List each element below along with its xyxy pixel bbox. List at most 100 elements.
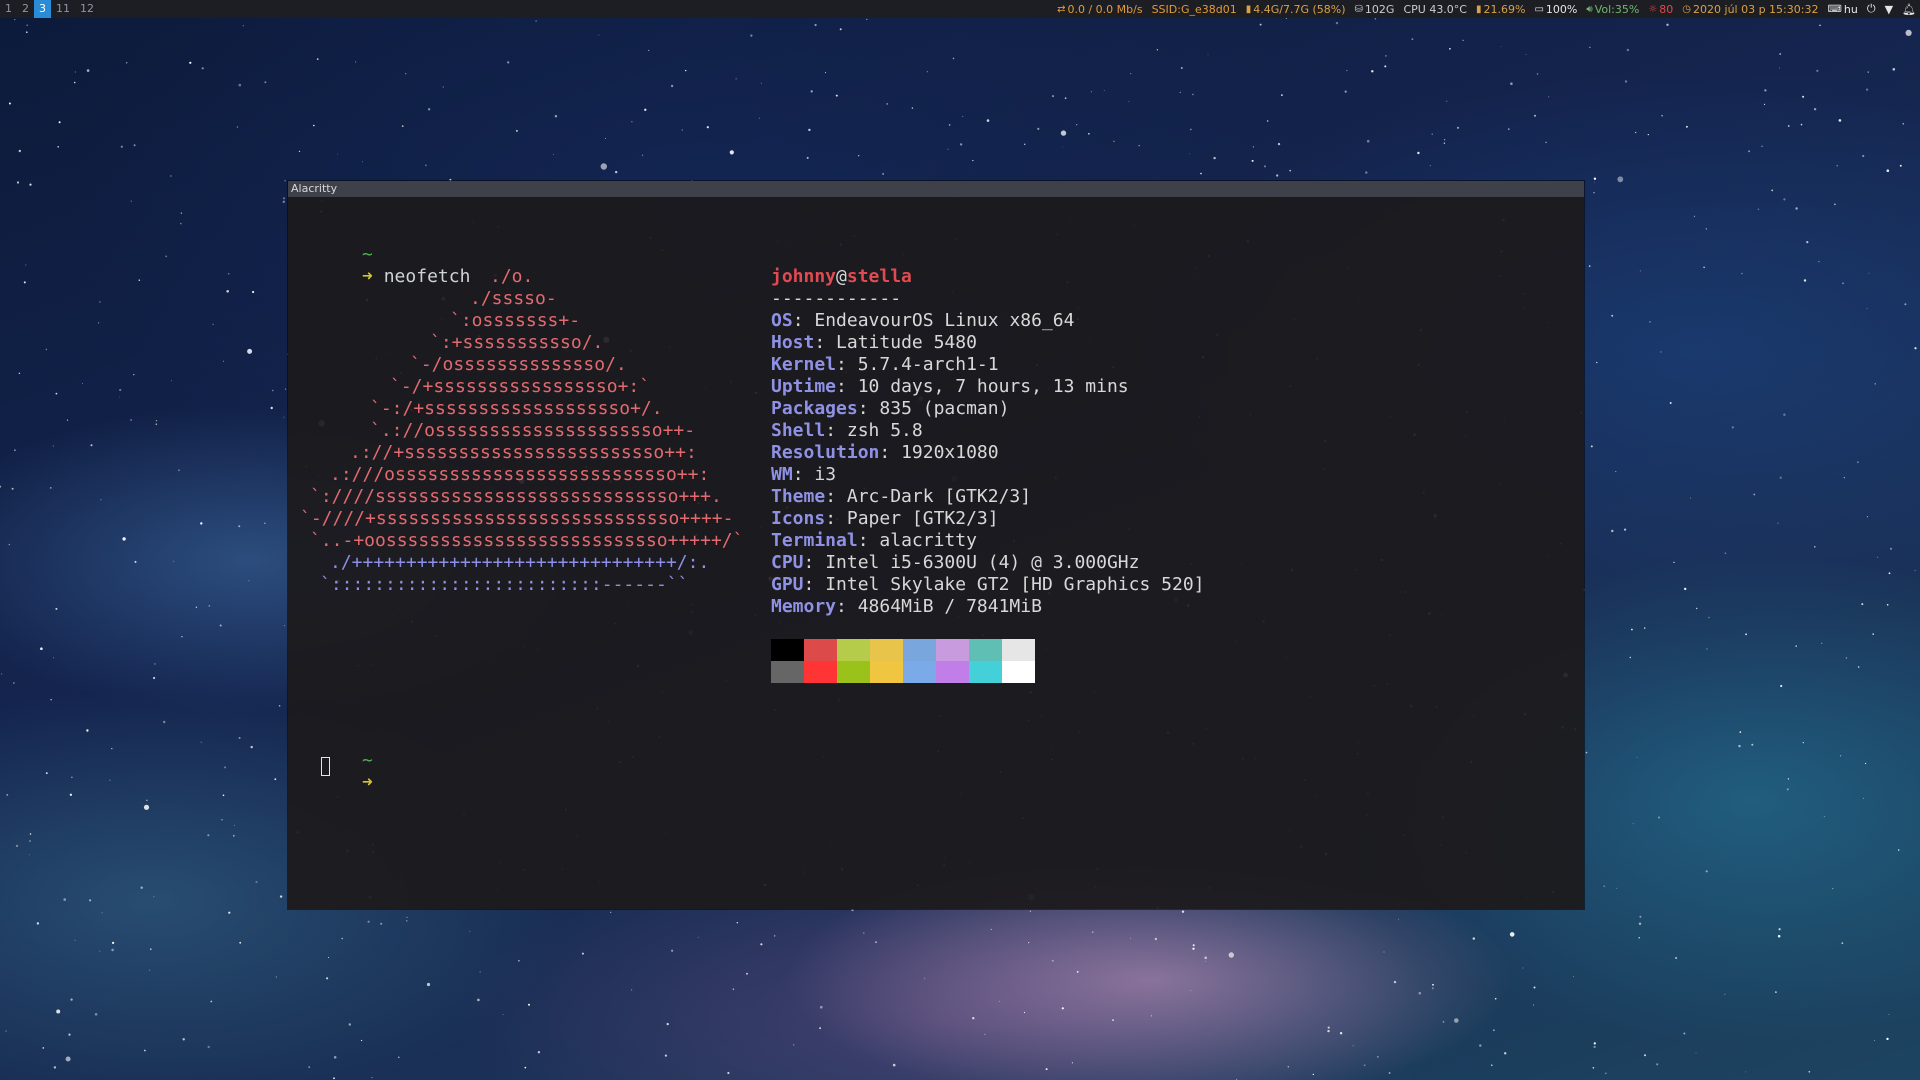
info-separator: : [879,442,902,463]
terminal-window[interactable]: Alacritty ~ ➜ neofetch ./o. ./sssso- `:oss… [288,181,1584,909]
info-value: Arc-Dark [GTK2/3] [846,486,1032,507]
info-row-shell: Shell: zsh 5.8 [771,420,923,442]
logo-line: `:osssssss+- [450,310,581,331]
wifi-icon: ▼ [1884,2,1894,16]
date-time: 2020 júl 03 p 15:30:32 [1693,2,1819,16]
color-swatch [903,639,936,661]
logo-line: `-////+ssssssssssssssssssssssssssso++++- [300,508,734,529]
disk-free: 102G [1364,2,1395,16]
clock-status[interactable]: ◷ 2020 júl 03 p 15:30:32 [1682,3,1818,16]
window-titlebar[interactable]: Alacritty [288,181,1584,197]
info-row-terminal: Terminal: alacritty [771,530,977,552]
info-separator: : [825,508,847,529]
info-value: Paper [GTK2/3] [846,508,999,529]
color-swatch [936,639,969,661]
power-button[interactable]: ⏻ [1867,2,1876,16]
cpu-usage: 21.69% [1483,2,1526,16]
hostname: stella [846,266,912,287]
logo-line: ./sssso- [470,288,557,309]
info-separator: : [857,530,880,551]
workspace-button-11[interactable]: 11 [51,0,75,18]
info-separator: : [825,486,847,507]
info-separator: : [803,552,826,573]
info-row-os: OS: EndeavourOS Linux x86_64 [771,310,1074,332]
color-swatch [1002,639,1035,661]
info-value: 835 (pacman) [879,398,1010,419]
logo-line: `:+sssssssssso/. [430,332,604,353]
network-status[interactable]: ⇄ 0.0 / 0.0 Mb/s [1057,3,1142,16]
power-icon: ⏻ [1866,2,1876,15]
bell-icon: 🔔︎ [1902,2,1916,16]
info-separator: : [803,574,826,595]
disk-icon: ⛁ [1354,3,1363,15]
info-separator: : [792,464,815,485]
workspace-button-2[interactable]: 2 [17,0,34,18]
brightness-status[interactable]: ☼ 80 [1648,3,1673,16]
info-key: Icons [771,508,826,529]
cpu-usage-status[interactable]: ▮ 21.69% [1476,3,1525,16]
workspace-button-12[interactable]: 12 [75,0,99,18]
info-key: Packages [771,398,858,419]
wifi-status[interactable]: SSID:G_e38d01 [1152,3,1237,16]
workspace-button-3[interactable]: 3 [34,0,51,18]
volume-level: Vol:35% [1594,2,1640,16]
user-host-underline: ------------ [771,288,902,309]
status-bar: 1 2 3 11 12 ⇄ 0.0 / 0.0 Mb/s SSID:G_e38d01 ▮… [0,0,1920,18]
battery-status[interactable]: ▭ 100% [1534,3,1577,16]
info-separator: : [825,420,847,441]
speaker-icon: 🔊︎ [1586,3,1593,15]
info-separator: : [814,332,837,353]
status-blocks: ⇄ 0.0 / 0.0 Mb/s SSID:G_e38d01 ▮ 4.4G/7.… [1048,0,1920,18]
cpu-temp-status[interactable]: CPU 43.0°C [1403,3,1467,16]
info-row-uptime: Uptime: 10 days, 7 hours, 13 mins [771,376,1129,398]
color-swatch [771,639,804,661]
info-row-kernel: Kernel: 5.7.4-arch1-1 [771,354,999,376]
command-line: ➜ neofetch [297,244,470,287]
logo-line: ./o. [490,266,534,287]
info-separator: : [836,354,858,375]
info-key: Kernel [771,354,837,375]
workspace-button-1[interactable]: 1 [0,0,17,18]
info-key: Memory [771,596,837,617]
info-value: EndeavourOS Linux x86_64 [814,310,1075,331]
info-key: Uptime [771,376,837,397]
workspace-switcher: 1 2 3 11 12 [0,0,99,18]
prompt2-dir-line: ~ [297,728,373,771]
info-key: Resolution [771,442,880,463]
prompt2-line[interactable]: ➜ [297,750,373,793]
info-value: Intel i5-6300U (4) @ 3.000GHz [825,552,1140,573]
color-palette [771,639,1035,683]
cpu-icon: ▮ [1476,3,1482,15]
command-text: neofetch [383,266,471,287]
logo-line: .:///ossssssssssssssssssssssssso++: [330,464,710,485]
disk-status[interactable]: ⛁ 102G [1355,3,1395,16]
window-title: Alacritty [291,182,338,195]
color-swatch [903,661,936,683]
terminal-cursor [321,757,330,776]
prompt-arrow-icon: ➜ [362,266,373,287]
info-value: zsh 5.8 [846,420,923,441]
logo-line: `-:/+sssssssssssssssssso+/. [370,398,663,419]
keyboard-layout-status[interactable]: ⌨ hu [1827,3,1857,16]
volume-status[interactable]: 🔊︎ Vol:35% [1586,3,1639,16]
info-value: 4864MiB / 7841MiB [857,596,1042,617]
at-sign: @ [836,266,847,287]
info-key: CPU [771,552,804,573]
info-key: WM [771,464,793,485]
color-swatch [1002,661,1035,683]
info-row-theme: Theme: Arc-Dark [GTK2/3] [771,486,1031,508]
info-row-icons: Icons: Paper [GTK2/3] [771,508,999,530]
logo-line: ./++++++++++++++++++++++++++++++/:. [330,552,710,573]
logo-line: `..-+oossssssssssssssssssssssssso+++++/` [310,530,744,551]
memory-status[interactable]: ▮ 4.4G/7.7G (58%) [1246,3,1346,16]
memory-usage: 4.4G/7.7G (58%) [1253,2,1346,16]
color-swatch [804,661,837,683]
network-speed: 0.0 / 0.0 Mb/s [1067,2,1143,16]
clock-icon: ◷ [1682,3,1692,15]
notification-tray[interactable]: 🔔︎ [1902,3,1916,16]
brightness-icon: ☼ [1648,3,1658,15]
info-value: 10 days, 7 hours, 13 mins [857,376,1129,397]
info-value: 5.7.4-arch1-1 [857,354,999,375]
wifi-tray[interactable]: ▼ [1885,3,1893,16]
info-separator: : [836,596,858,617]
